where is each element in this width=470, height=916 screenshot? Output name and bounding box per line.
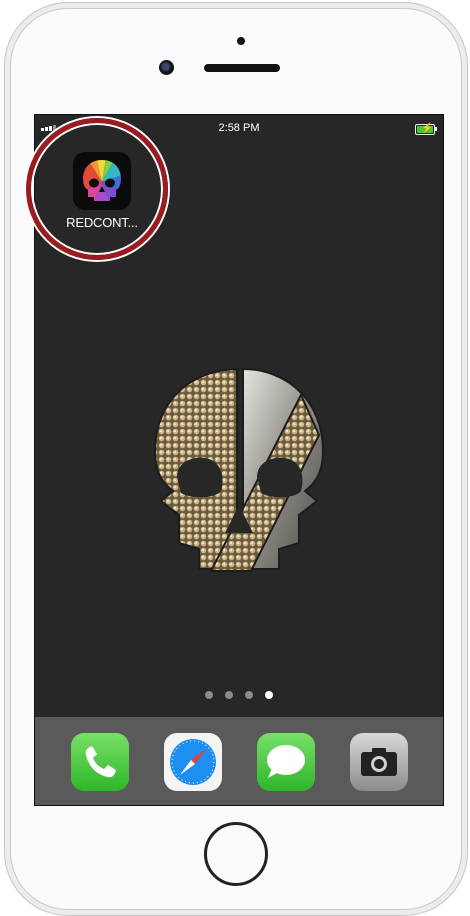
page-dot-active[interactable] <box>265 691 273 699</box>
camera-app[interactable] <box>350 733 408 791</box>
messages-app[interactable] <box>257 733 315 791</box>
app-highlight-circle <box>26 118 168 260</box>
battery-icon: ⚡ <box>415 123 437 135</box>
phone-icon <box>85 746 116 778</box>
safari-icon <box>170 739 216 785</box>
page-dot[interactable] <box>205 691 213 699</box>
home-button[interactable] <box>204 822 268 886</box>
camera-icon <box>361 748 397 776</box>
page-indicator[interactable] <box>35 691 443 699</box>
phone-app[interactable] <box>71 733 129 791</box>
safari-app[interactable] <box>164 733 222 791</box>
front-camera <box>159 60 174 75</box>
dock <box>35 717 443 805</box>
skull-wallpaper <box>153 367 325 572</box>
messages-icon <box>267 745 305 778</box>
page-dot[interactable] <box>245 691 253 699</box>
page-dot[interactable] <box>225 691 233 699</box>
earpiece-speaker <box>204 64 280 72</box>
proximity-sensor <box>237 37 245 45</box>
